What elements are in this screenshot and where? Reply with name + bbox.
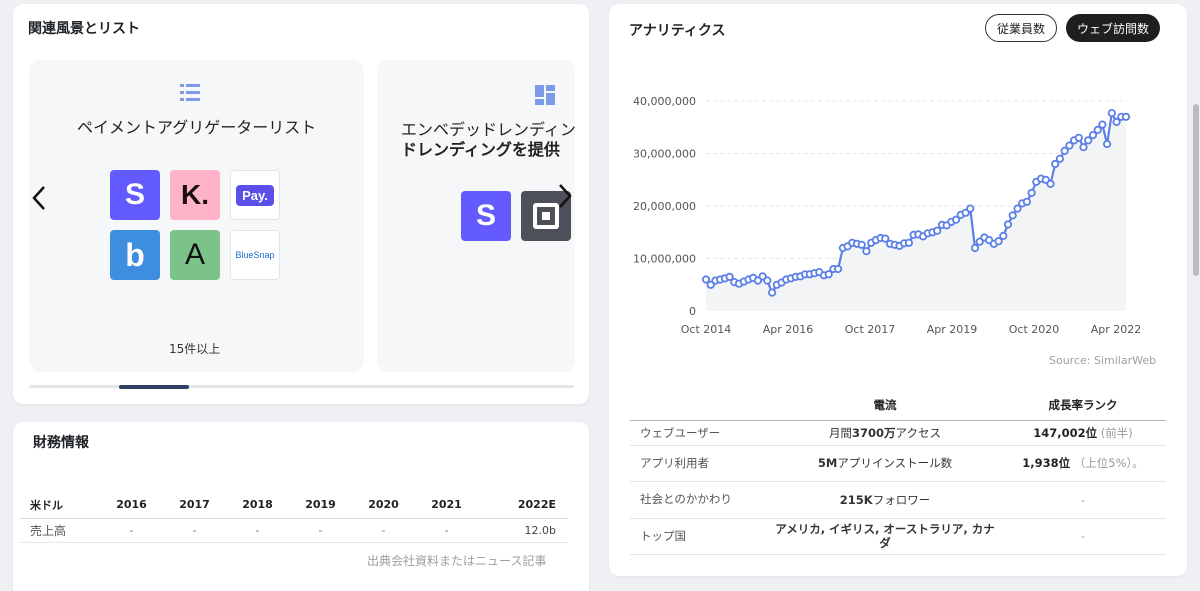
finance-col-header: 2017 bbox=[179, 498, 210, 512]
list-icon bbox=[180, 84, 200, 101]
logo-a: A bbox=[170, 230, 220, 280]
data-point[interactable] bbox=[768, 288, 777, 297]
data-point[interactable] bbox=[999, 231, 1008, 240]
finance-col-header: 2022E bbox=[517, 498, 556, 512]
y-tick-label: 0 bbox=[689, 305, 696, 318]
page-scroll-thumb[interactable] bbox=[1193, 104, 1199, 276]
chart-source: Source: SimilarWeb bbox=[1049, 354, 1157, 367]
web-visits-chart: 0 10,000,000 20,000,000 30,000,000 40,000,00… bbox=[633, 95, 1142, 336]
data-point[interactable] bbox=[904, 238, 913, 247]
data-point[interactable] bbox=[834, 264, 843, 274]
data-point[interactable] bbox=[1079, 143, 1088, 152]
data-point[interactable] bbox=[970, 243, 980, 253]
analytics-table: 電流 成長率ランク ウェブユーザー 月間3700万アクセス 147,002位 (… bbox=[630, 390, 1166, 555]
data-point[interactable] bbox=[1027, 188, 1036, 197]
page-scrollbar[interactable] bbox=[1192, 0, 1200, 591]
data-point[interactable] bbox=[1008, 211, 1017, 220]
y-tick-label: 20,000,000 bbox=[633, 200, 696, 213]
carousel-scrollbar[interactable] bbox=[29, 384, 574, 389]
carousel-scroll-thumb[interactable] bbox=[119, 384, 189, 389]
logo-klarna: K. bbox=[170, 170, 220, 220]
logo-stripe-2: S bbox=[461, 191, 511, 241]
data-point[interactable] bbox=[1074, 133, 1083, 142]
x-tick-label: Apr 2022 bbox=[1091, 323, 1142, 336]
finance-table: 米ドル 2016 2017 2018 2019 2020 2021 2022E … bbox=[20, 492, 568, 543]
logo-b: b bbox=[110, 230, 160, 280]
y-tick-label: 30,000,000 bbox=[633, 148, 696, 161]
logo-bluesnap: BlueSnap bbox=[230, 230, 280, 280]
finance-col-header: 2018 bbox=[242, 498, 273, 512]
next-arrow-icon[interactable] bbox=[553, 181, 577, 211]
table-row: ウェブユーザー 月間3700万アクセス 147,002位 (前半) bbox=[630, 420, 1166, 445]
data-point[interactable] bbox=[1022, 197, 1031, 206]
data-point[interactable] bbox=[966, 204, 975, 213]
x-tick-label: Oct 2020 bbox=[1009, 323, 1060, 336]
finance-col-header: 2020 bbox=[368, 498, 399, 512]
related-landscapes-card: 関連風景とリスト ペイメントアグリゲーターリスト S K. Pay. b A B… bbox=[13, 4, 589, 404]
table-row: 社会とのかかわり 215Kフォロワー - bbox=[630, 481, 1166, 518]
finance-header-row: 米ドル 2016 2017 2018 2019 2020 2021 2022E bbox=[20, 492, 568, 518]
table-row: トップ国 アメリカ, イギリス, オーストラリア, カナダ - bbox=[630, 518, 1166, 554]
x-tick-label: Apr 2019 bbox=[927, 323, 978, 336]
slide-title: ペイメントアグリゲーターリスト bbox=[77, 118, 317, 137]
y-tick-label: 10,000,000 bbox=[633, 253, 696, 266]
data-point[interactable] bbox=[1121, 112, 1131, 121]
finance-source: 出典会社資料またはニュース記事 bbox=[367, 554, 547, 568]
x-tick-label: Oct 2017 bbox=[845, 323, 896, 336]
finance-col-header: 2021 bbox=[431, 498, 462, 512]
prev-arrow-icon[interactable] bbox=[27, 183, 51, 213]
related-title: 関連風景とリスト bbox=[28, 21, 140, 37]
slide-title-2: エンベデッドレンディン ドレンディングを提供 bbox=[401, 120, 576, 159]
table-row: 売上高 - - - - - - 12.0b bbox=[20, 518, 568, 542]
data-point[interactable] bbox=[857, 240, 866, 249]
logo-stripe: S bbox=[110, 170, 160, 220]
dashboard-icon bbox=[535, 85, 555, 105]
col-current: 電流 bbox=[873, 397, 897, 412]
data-point[interactable] bbox=[933, 226, 942, 235]
slide-embedded-lending[interactable]: エンベデッドレンディン ドレンディングを提供 S bbox=[377, 60, 576, 372]
finance-col-header: 2016 bbox=[116, 498, 147, 512]
data-point[interactable] bbox=[1107, 109, 1116, 118]
data-point[interactable] bbox=[1102, 139, 1112, 149]
finance-col-header: 2019 bbox=[305, 498, 336, 512]
data-point[interactable] bbox=[1003, 220, 1013, 229]
data-point[interactable] bbox=[1098, 120, 1107, 129]
data-point[interactable] bbox=[862, 247, 871, 256]
y-tick-label: 40,000,000 bbox=[633, 95, 696, 108]
finance-title: 財務情報 bbox=[33, 435, 89, 451]
x-tick-label: Oct 2014 bbox=[681, 323, 732, 336]
col-growth-rank: 成長率ランク bbox=[1048, 397, 1118, 412]
x-tick-label: Apr 2016 bbox=[763, 323, 814, 336]
slide-count: 15件以上 bbox=[169, 342, 221, 356]
data-point[interactable] bbox=[763, 276, 772, 285]
table-row: アプリ利用者 5Mアプリインストール数 1,938位 （上位5%）。 bbox=[630, 445, 1166, 481]
data-point[interactable] bbox=[1055, 154, 1064, 163]
analytics-header-row: 電流 成長率ランク bbox=[630, 390, 1166, 420]
logo-pay: Pay. bbox=[230, 170, 280, 220]
slide-payment-aggregator[interactable]: ペイメントアグリゲーターリスト S K. Pay. b A BlueSnap 1… bbox=[29, 60, 364, 372]
data-point[interactable] bbox=[1046, 179, 1055, 188]
finance-col-header: 米ドル bbox=[30, 498, 63, 512]
